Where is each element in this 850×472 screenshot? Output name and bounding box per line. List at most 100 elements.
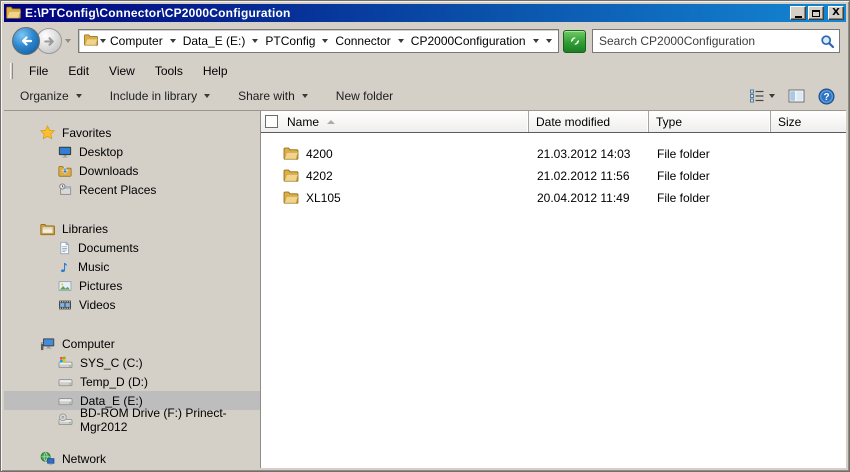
chevron-down-icon [769,94,775,98]
share-with-label: Share with [238,89,295,103]
column-header-size[interactable]: Size [771,111,846,132]
file-type: File folder [657,191,710,205]
sidebar-group-network: Network [4,449,260,468]
search-icon [820,34,834,48]
column-header-name[interactable]: Name [261,111,529,132]
include-in-library-button[interactable]: Include in library [102,84,218,108]
sidebar-item-recent-places[interactable]: Recent Places [4,180,260,199]
sidebar-item-videos[interactable]: Videos [4,295,260,314]
file-type: File folder [657,169,710,183]
sidebar-item-pictures[interactable]: Pictures [4,276,260,295]
maximize-button[interactable] [808,6,824,20]
breadcrumb-label: PTConfig [265,34,316,48]
minimize-button[interactable] [790,6,806,20]
sidebar-item-network[interactable]: Network [4,449,260,468]
breadcrumb-caret-icon[interactable] [252,39,259,43]
sidebar-item-temp-d-drive[interactable]: Temp_D (D:) [4,372,260,391]
select-all-checkbox[interactable] [265,115,278,128]
sidebar-item-computer[interactable]: Computer [4,334,260,353]
recent-places-icon [58,182,72,197]
navigation-pane: Favorites Desktop Downloads Recent Place… [4,111,260,468]
back-button[interactable] [12,27,40,55]
content-area: Favorites Desktop Downloads Recent Place… [4,111,846,468]
menu-tools[interactable]: Tools [145,61,193,82]
forward-arrow-icon [43,36,54,46]
title-bar[interactable]: E:\PTConfig\Connector\CP2000Configuratio… [4,4,846,22]
menu-edit[interactable]: Edit [58,61,99,82]
file-name: 4200 [306,147,333,161]
sidebar-item-downloads[interactable]: Downloads [4,161,260,180]
breadcrumb-ptconfig[interactable]: PTConfig [261,30,331,52]
column-header-type[interactable]: Type [649,111,771,132]
sidebar-item-bdrom-drive[interactable]: BD-ROM Drive (F:) Prinect-Mgr2012 [4,406,260,434]
refresh-icon [570,37,579,45]
folder-icon [84,33,98,49]
address-bar[interactable]: Computer Data_E (E:) PTConfig Connector … [78,29,559,53]
new-folder-label: New folder [335,89,394,103]
sidebar-item-label: Documents [78,240,139,255]
table-row[interactable]: 4200 21.03.2012 14:03 File folder [261,143,846,165]
explorer-window: E:\PTConfig\Connector\CP2000Configuratio… [0,0,850,472]
include-in-library-label: Include in library [109,89,198,103]
menu-help[interactable]: Help [193,61,238,82]
close-button[interactable]: X [828,6,844,20]
sidebar-item-sys-c-drive[interactable]: SYS_C (C:) [4,353,260,372]
folder-icon [283,146,299,163]
new-folder-button[interactable]: New folder [328,84,401,108]
maximize-icon [812,9,820,17]
preview-pane-button[interactable] [785,86,808,106]
sidebar-item-music[interactable]: Music [4,257,260,276]
address-history-caret-icon[interactable] [542,39,556,43]
change-view-button[interactable] [746,86,778,106]
file-date-modified: 21.03.2012 14:03 [537,147,631,161]
table-row[interactable]: XL105 20.04.2012 11:49 File folder [261,187,846,209]
minimize-icon [794,15,802,18]
search-button[interactable] [815,30,839,52]
menu-view[interactable]: View [99,61,145,82]
preview-pane-icon [788,89,805,103]
sidebar-item-label: BD-ROM Drive (F:) Prinect-Mgr2012 [80,405,227,434]
sidebar-item-documents[interactable]: Documents [4,238,260,257]
column-label: Size [778,114,802,129]
help-button[interactable]: ? [815,86,838,107]
sidebar-item-label: SYS_C (C:) [80,355,143,370]
organize-button[interactable]: Organize [12,84,90,108]
sidebar-item-libraries[interactable]: Libraries [4,219,260,238]
search-input[interactable] [593,30,815,52]
breadcrumb-connector[interactable]: Connector [331,30,406,52]
organize-label: Organize [20,89,69,103]
toolbar-grip[interactable] [10,63,13,79]
list-view-icon [750,89,764,103]
network-icon [40,451,55,466]
table-row[interactable]: 4202 21.02.2012 11:56 File folder [261,165,846,187]
breadcrumb-caret-icon[interactable] [322,39,329,43]
share-with-button[interactable]: Share with [230,84,316,108]
menu-file[interactable]: File [19,61,58,82]
breadcrumb-caret-icon[interactable] [532,39,539,43]
column-header-date-modified[interactable]: Date modified [529,111,649,132]
sidebar-group-label: Libraries [62,221,109,236]
column-label: Date modified [536,114,611,129]
sidebar-group-computer: Computer SYS_C (C:) Temp_D (D:) Data_E (… [4,334,260,434]
breadcrumb-caret-icon[interactable] [397,39,404,43]
breadcrumb-caret-icon[interactable] [169,39,176,43]
sidebar-group-label: Favorites [62,125,112,140]
sidebar-item-desktop[interactable]: Desktop [4,142,260,161]
help-icon: ? [818,88,835,104]
sidebar-item-favorites[interactable]: Favorites [4,123,260,142]
recent-pages-caret-icon[interactable] [65,39,71,43]
sidebar-item-label: Recent Places [79,182,157,197]
file-name: XL105 [306,191,341,205]
breadcrumb-data-e[interactable]: Data_E (E:) [179,30,262,52]
sidebar-item-label: Desktop [79,144,124,159]
breadcrumb-computer[interactable]: Computer [106,30,179,52]
sidebar-group-favorites: Favorites Desktop Downloads Recent Place… [4,123,260,199]
refresh-button[interactable] [563,29,586,53]
breadcrumb-label: Data_E (E:) [182,34,246,48]
command-toolbar: Organize Include in library Share with N… [4,82,846,111]
bdrom-drive-icon [58,412,73,427]
file-name: 4202 [306,169,333,183]
navigation-bar: Computer Data_E (E:) PTConfig Connector … [4,22,846,60]
breadcrumb-cp2000configuration[interactable]: CP2000Configuration [407,30,542,52]
drive-icon [58,394,73,408]
